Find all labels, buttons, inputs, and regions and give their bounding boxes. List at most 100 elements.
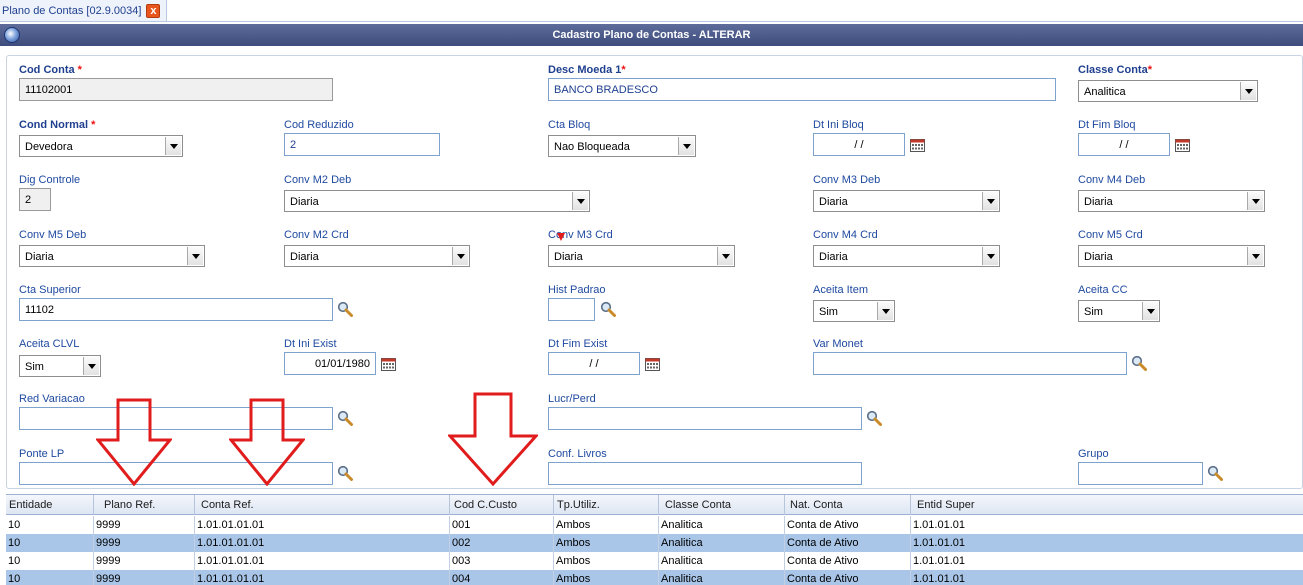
data-grid[interactable]: Entidade Plano Ref. Conta Ref. Cod C.Cus… — [6, 494, 1303, 585]
grid-header-cell[interactable]: Nat. Conta — [785, 495, 911, 515]
chevron-down-icon[interactable] — [572, 192, 588, 210]
dt-ini-bloq-field[interactable]: / / — [813, 133, 905, 156]
lucr-perd-field[interactable] — [548, 407, 862, 430]
classe-conta-select[interactable]: Analitica — [1078, 80, 1258, 102]
conv-m2-crd-select[interactable]: Diaria — [284, 245, 470, 267]
magnifier-icon[interactable] — [600, 301, 616, 317]
grid-cell: Ambos — [554, 570, 659, 585]
table-row[interactable]: 10 9999 1.01.01.01.01 003 Ambos Analitic… — [6, 552, 1303, 570]
calendar-icon[interactable] — [910, 139, 925, 152]
cond-normal-select[interactable]: Devedora — [19, 135, 183, 157]
grid-cell: Conta de Ativo — [785, 534, 911, 552]
dt-fim-bloq-field[interactable]: / / — [1078, 133, 1170, 156]
chevron-down-icon[interactable] — [83, 357, 99, 375]
chevron-down-icon[interactable] — [187, 247, 203, 265]
dig-controle-field[interactable]: 2 — [19, 188, 51, 211]
dt-ini-bloq-label: Dt Ini Bloq — [813, 119, 864, 131]
aceita-clvl-select[interactable]: Sim — [19, 355, 101, 377]
magnifier-icon[interactable] — [1207, 465, 1223, 481]
var-monet-label: Var Monet — [813, 338, 863, 350]
magnifier-icon[interactable] — [866, 410, 882, 426]
dt-ini-exist-field[interactable]: 01/01/1980 — [284, 352, 376, 375]
chevron-down-icon[interactable] — [1142, 302, 1158, 320]
chevron-down-icon[interactable] — [165, 137, 181, 155]
calendar-icon[interactable] — [645, 358, 660, 371]
conv-m3-deb-select[interactable]: Diaria — [813, 190, 1000, 212]
chevron-down-icon[interactable] — [1240, 82, 1256, 100]
cod-conta-field[interactable]: 11102001 — [19, 78, 333, 101]
aceita-item-select[interactable]: Sim — [813, 300, 895, 322]
var-monet-field[interactable] — [813, 352, 1127, 375]
grid-cell: 9999 — [94, 570, 195, 585]
conv-m4-crd-label: Conv M4 Crd — [813, 229, 878, 241]
app-icon[interactable] — [4, 27, 20, 43]
ponte-lp-label: Ponte LP — [19, 448, 65, 460]
dt-fim-exist-label: Dt Fim Exist — [548, 338, 608, 350]
chevron-down-icon[interactable] — [982, 192, 998, 210]
table-row[interactable]: 10 9999 1.01.01.01.01 001 Ambos Analitic… — [6, 516, 1303, 534]
aceita-cc-select[interactable]: Sim — [1078, 300, 1160, 322]
conv-m4-crd-select[interactable]: Diaria — [813, 245, 1000, 267]
conv-m3-deb-label: Conv M3 Deb — [813, 174, 881, 186]
conf-livros-field[interactable] — [548, 462, 862, 485]
close-icon[interactable]: x — [146, 3, 161, 18]
conv-m2-deb-label: Conv M2 Deb — [284, 174, 352, 186]
chevron-down-icon[interactable] — [717, 247, 733, 265]
page-title: Cadastro Plano de Contas - ALTERAR — [552, 29, 751, 41]
conv-m4-deb-select[interactable]: Diaria — [1078, 190, 1265, 212]
chevron-down-icon[interactable] — [877, 302, 893, 320]
dt-fim-exist-field[interactable]: / / — [548, 352, 640, 375]
cta-superior-field[interactable]: 11102 — [19, 298, 333, 321]
magnifier-icon[interactable] — [337, 465, 353, 481]
calendar-icon[interactable] — [381, 358, 396, 371]
grid-cell: 10 — [6, 534, 94, 552]
cta-bloq-select[interactable]: Nao Bloqueada — [548, 135, 696, 157]
desc-moeda-field[interactable]: BANCO BRADESCO — [548, 78, 1056, 101]
classe-conta-label: Classe Conta* — [1078, 64, 1152, 76]
magnifier-icon[interactable] — [337, 301, 353, 317]
hist-padrao-field[interactable] — [548, 298, 595, 321]
grid-cell: 002 — [450, 534, 554, 552]
cod-reduzido-label: Cod Reduzido — [284, 119, 354, 131]
conv-m2-deb-select[interactable]: Diaria — [284, 190, 590, 212]
title-bar: Cadastro Plano de Contas - ALTERAR — [0, 24, 1303, 46]
desc-moeda-label: Desc Moeda 1* — [548, 64, 626, 76]
grid-header-cell[interactable]: Classe Conta — [659, 495, 785, 515]
aceita-cc-label: Aceita CC — [1078, 284, 1128, 296]
chevron-down-icon[interactable] — [1247, 247, 1263, 265]
table-row[interactable]: 10 9999 1.01.01.01.01 002 Ambos Analitic… — [6, 534, 1303, 552]
hist-padrao-label: Hist Padrao — [548, 284, 606, 296]
grid-cell: Ambos — [554, 552, 659, 570]
red-variacao-label: Red Variacao — [19, 393, 85, 405]
chevron-down-icon[interactable] — [1247, 192, 1263, 210]
magnifier-icon[interactable] — [337, 410, 353, 426]
grupo-field[interactable] — [1078, 462, 1203, 485]
table-row[interactable]: 10 9999 1.01.01.01.01 004 Ambos Analitic… — [6, 570, 1303, 585]
grid-header-cell[interactable]: Plano Ref. — [94, 495, 195, 515]
chevron-down-icon[interactable] — [982, 247, 998, 265]
conv-m3-crd-select[interactable]: Diaria — [548, 245, 735, 267]
grid-header-cell[interactable]: Entidade — [6, 495, 94, 515]
grid-cell: 1.01.01.01.01 — [195, 534, 450, 552]
grid-header: Entidade Plano Ref. Conta Ref. Cod C.Cus… — [6, 495, 1303, 515]
chevron-down-icon[interactable] — [452, 247, 468, 265]
grid-cell: 1.01.01.01 — [913, 573, 965, 585]
grid-header-cell[interactable]: Cod C.Custo — [450, 495, 554, 515]
grid-header-cell[interactable]: Conta Ref. — [195, 495, 450, 515]
calendar-icon[interactable] — [1175, 139, 1190, 152]
chevron-down-icon[interactable] — [678, 137, 694, 155]
grid-header-cell[interactable]: Entid Super — [911, 495, 1303, 515]
grid-cell: 004 — [450, 570, 554, 585]
conv-m5-crd-select[interactable]: Diaria — [1078, 245, 1265, 267]
cod-reduzido-field[interactable]: 2 — [284, 133, 440, 156]
tab-plano-de-contas[interactable]: Plano de Contas [02.9.0034] x — [0, 0, 168, 21]
grid-header-cell[interactable]: Tp.Utiliz. — [554, 495, 659, 515]
magnifier-icon[interactable] — [1131, 355, 1147, 371]
grid-cell: Ambos — [554, 534, 659, 552]
grid-cell: 9999 — [94, 516, 195, 534]
grid-cell: 001 — [450, 516, 554, 534]
conv-m5-deb-select[interactable]: Diaria — [19, 245, 205, 267]
grid-cell: 1.01.01.01.01 — [195, 516, 450, 534]
tab-strip: Plano de Contas [02.9.0034] x — [0, 0, 1303, 22]
grid-cell: Conta de Ativo — [785, 516, 911, 534]
